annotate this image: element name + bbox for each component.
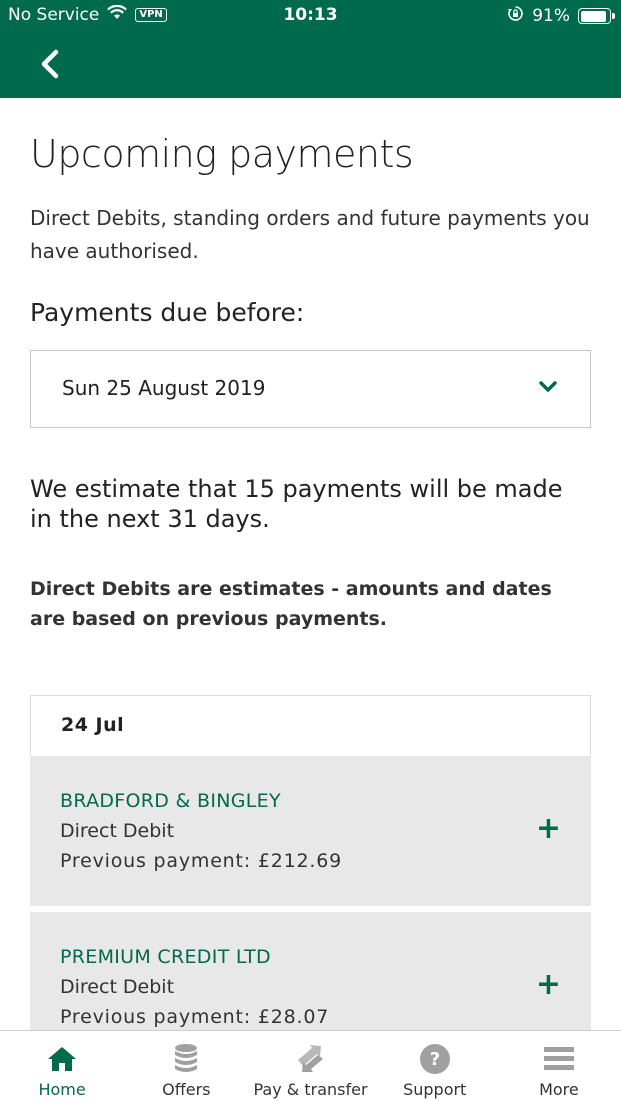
tab-label: Support	[403, 1080, 467, 1099]
back-button[interactable]	[30, 46, 70, 82]
tab-label: Offers	[162, 1080, 211, 1099]
due-date-select[interactable]: Sun 25 August 2019	[30, 350, 591, 428]
tab-label: Pay & transfer	[253, 1080, 368, 1099]
previous-payment: Previous payment: £212.69	[60, 850, 342, 872]
tab-label: More	[539, 1080, 579, 1099]
payee-name: PREMIUM CREDIT LTD	[60, 946, 271, 968]
tab-offers[interactable]: Offers	[124, 1031, 248, 1104]
estimate-note: Direct Debits are estimates - amounts an…	[30, 578, 552, 630]
bottom-tab-bar: Home Offers Pay & transfer ? Support Mor…	[0, 1030, 621, 1104]
tab-pay-transfer[interactable]: Pay & transfer	[248, 1031, 372, 1104]
coins-icon	[173, 1043, 199, 1075]
home-icon	[47, 1043, 77, 1075]
expand-plus-icon[interactable]: +	[536, 970, 561, 1000]
payee-name: BRADFORD & BINGLEY	[60, 790, 281, 812]
nav-bar	[0, 32, 621, 98]
chevron-left-icon	[41, 49, 59, 79]
payment-item[interactable]: BRADFORD & BINGLEY Direct Debit Previous…	[30, 756, 591, 906]
payment-type: Direct Debit	[60, 976, 175, 998]
previous-payment: Previous payment: £28.07	[60, 1006, 330, 1028]
status-bar: No Service VPN 10:13 91%	[0, 0, 621, 32]
menu-icon	[543, 1043, 575, 1075]
page-subtitle: Direct Debits, standing orders and futur…	[30, 206, 590, 263]
battery-icon	[578, 8, 615, 24]
tab-home[interactable]: Home	[0, 1031, 124, 1104]
date-group-label: 24 Jul	[61, 714, 125, 736]
tab-support[interactable]: ? Support	[373, 1031, 497, 1104]
chevron-down-icon	[538, 379, 558, 398]
payment-type: Direct Debit	[60, 820, 175, 842]
payments-due-label: Payments due before:	[30, 298, 305, 327]
date-group-header: 24 Jul	[30, 695, 591, 755]
battery-fill	[580, 10, 606, 22]
rotation-lock-icon	[507, 5, 524, 27]
battery-percent: 91%	[532, 6, 570, 26]
svg-text:?: ?	[429, 1049, 439, 1070]
tab-more[interactable]: More	[497, 1031, 621, 1104]
page-title: Upcoming payments	[30, 132, 414, 176]
tab-label: Home	[38, 1080, 86, 1099]
help-icon: ?	[419, 1043, 451, 1075]
due-date-value: Sun 25 August 2019	[62, 376, 266, 400]
status-right: 91%	[507, 5, 615, 27]
expand-plus-icon[interactable]: +	[536, 814, 561, 844]
payment-estimate: We estimate that 15 payments will be mad…	[30, 475, 563, 533]
transfer-icon	[294, 1043, 328, 1075]
